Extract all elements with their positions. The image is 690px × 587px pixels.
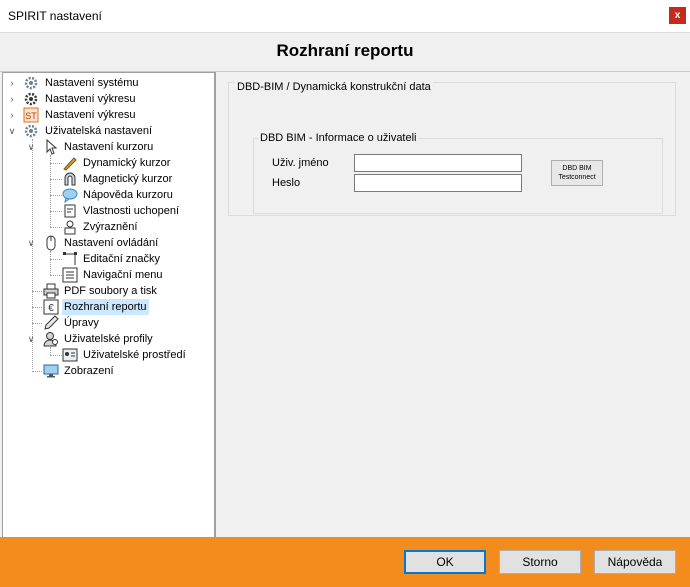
edit-marks-icon — [63, 252, 77, 265]
tree-node-label: Nastavení ovládání — [64, 237, 159, 249]
help-button[interactable]: Nápověda — [594, 550, 676, 574]
tree-node-control-settings[interactable]: ∨ Nastavení ovládání — [3, 235, 213, 251]
tree-node-user-settings[interactable]: ∨ Uživatelská nastavení — [3, 123, 213, 139]
tree-node-label: Nastavení kurzoru — [64, 141, 154, 153]
tree-node-pdf-print[interactable]: PDF soubory a tisk — [3, 283, 213, 299]
test-connect-button-line2: Testconnect — [558, 174, 596, 181]
tree-node-magnetic-cursor[interactable]: Magnetický kurzor — [3, 171, 213, 187]
footer-bar: OK Storno Nápověda — [0, 537, 690, 587]
tree-node-drawing-settings[interactable]: › Nastavení výkresu — [3, 91, 213, 107]
svg-text:€: € — [48, 303, 54, 314]
tree-node-label: Zvýraznění — [83, 221, 138, 233]
ok-button[interactable]: OK — [404, 550, 486, 574]
tree-node-system-settings[interactable]: › Nastavení systému — [3, 75, 213, 91]
settings-tree[interactable]: › Nastavení systému › Nastavení výkresu … — [2, 72, 216, 538]
nav-menu-icon — [62, 267, 78, 283]
chevron-right-icon[interactable]: › — [8, 95, 16, 104]
tree-node-cursor-help[interactable]: Nápověda kurzoru — [3, 187, 213, 203]
tree-node-label: Navigační menu — [83, 269, 163, 281]
user-info-group-title: DBD BIM - Informace o uživateli — [258, 132, 419, 144]
tree-node-navigation-menu[interactable]: Navigační menu — [3, 267, 213, 283]
tree-node-edits[interactable]: Úpravy — [3, 315, 213, 331]
tree-node-drawing-settings-st[interactable]: › ST Nastavení výkresu — [3, 107, 213, 123]
gear-icon — [24, 124, 38, 138]
tree-node-label: Nastavení systému — [45, 77, 139, 89]
cancel-button[interactable]: Storno — [499, 550, 581, 574]
tree-node-label: Nápověda kurzoru — [83, 189, 173, 201]
tree-node-user-profiles[interactable]: ∨ Uživatelské profily — [3, 331, 213, 347]
euro-icon: € — [43, 299, 59, 315]
tree-node-cursor-settings[interactable]: ∨ Nastavení kurzoru — [3, 139, 213, 155]
tree-node-label: Úpravy — [64, 317, 99, 329]
svg-text:ST: ST — [25, 111, 37, 121]
tree-node-display[interactable]: Zobrazení — [3, 363, 213, 379]
dbd-bim-group: DBD-BIM / Dynamická konstrukční data DBD… — [228, 81, 676, 216]
magnet-icon — [64, 172, 76, 186]
tree-node-label: Magnetický kurzor — [83, 173, 173, 185]
test-connect-button-line1: DBD BIM — [562, 165, 592, 172]
tree-node-label: Editační značky — [83, 253, 161, 265]
tree-node-label: Rozhraní reportu — [62, 299, 149, 315]
tree-node-label: Zobrazení — [64, 365, 114, 377]
tree-node-edit-marks[interactable]: Editační značky — [3, 251, 213, 267]
chevron-right-icon[interactable]: › — [8, 79, 16, 88]
printer-icon — [43, 283, 59, 299]
chevron-down-icon[interactable]: ∨ — [27, 335, 35, 344]
tree-node-label: Nastavení výkresu — [45, 93, 136, 105]
highlight-icon — [64, 220, 76, 235]
chevron-down-icon[interactable]: ∨ — [27, 143, 35, 152]
tree-node-label: Nastavení výkresu — [45, 109, 136, 121]
tree-node-label: Dynamický kurzor — [83, 157, 171, 169]
title-bar: SPIRIT nastavení x — [0, 0, 690, 33]
cursor-icon — [46, 139, 58, 155]
tree-node-label: Uživatelské profily — [64, 333, 153, 345]
chevron-down-icon[interactable]: ∨ — [27, 239, 35, 248]
test-connect-button[interactable]: DBD BIM Testconnect — [551, 160, 603, 186]
tree-node-snap-properties[interactable]: Vlastnosti uchopení — [3, 203, 213, 219]
user-info-group: DBD BIM - Informace o uživateli Uživ. jm… — [253, 132, 663, 214]
page-title: Rozhraní reportu — [276, 41, 414, 60]
password-label: Heslo — [272, 177, 301, 189]
tree-node-label: PDF soubory a tisk — [64, 285, 157, 297]
username-input[interactable] — [354, 154, 522, 172]
username-label: Uživ. jméno — [272, 157, 329, 169]
st-icon: ST — [23, 107, 39, 123]
tree-node-highlight[interactable]: Zvýraznění — [3, 219, 213, 235]
gear-icon — [24, 76, 38, 90]
chevron-down-icon[interactable]: ∨ — [8, 127, 16, 136]
page-header: Rozhraní reportu — [0, 33, 690, 72]
monitor-icon — [43, 364, 59, 378]
pencil-icon — [44, 315, 59, 330]
chevron-right-icon[interactable]: › — [8, 111, 16, 120]
snap-icon — [64, 204, 76, 218]
window-title: SPIRIT nastavení — [8, 9, 102, 23]
user-profile-icon — [43, 332, 58, 347]
pen-icon — [63, 157, 77, 171]
report-interface-panel: DBD-BIM / Dynamická konstrukční data DBD… — [214, 72, 688, 536]
tree-node-dynamic-cursor[interactable]: Dynamický kurzor — [3, 155, 213, 171]
speech-bubble-icon — [62, 188, 78, 203]
mouse-icon — [46, 235, 56, 251]
tree-node-label: Uživatelská nastavení — [45, 125, 152, 137]
tree-node-user-environment[interactable]: Uživatelské prostředí — [3, 347, 213, 363]
password-input[interactable] — [354, 174, 522, 192]
tree-node-report-interface[interactable]: € Rozhraní reportu — [3, 299, 213, 315]
dbd-bim-group-title: DBD-BIM / Dynamická konstrukční data — [235, 81, 433, 93]
id-card-icon — [62, 348, 78, 362]
gear-dark-icon — [24, 92, 38, 106]
tree-node-label: Uživatelské prostředí — [83, 349, 186, 361]
tree-node-label: Vlastnosti uchopení — [83, 205, 180, 217]
close-button[interactable]: x — [669, 7, 686, 24]
